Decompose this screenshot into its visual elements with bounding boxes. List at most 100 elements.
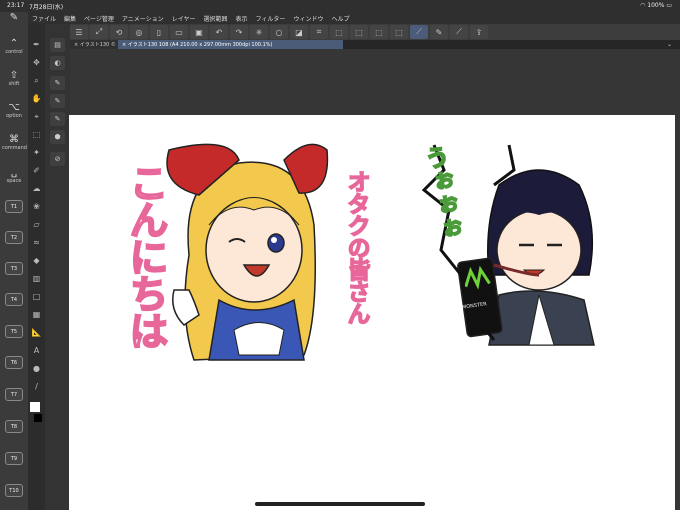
shift-button[interactable]: ⇧ shift bbox=[2, 70, 26, 87]
menu-selection[interactable]: 選択範囲 bbox=[204, 14, 228, 23]
airbrush-tool-icon[interactable]: ☁ bbox=[30, 182, 43, 195]
space-label: space bbox=[6, 178, 22, 184]
subtool-1-icon[interactable]: ▤ bbox=[50, 38, 65, 52]
shape-tool-icon[interactable]: □ bbox=[30, 290, 43, 303]
menu-filter[interactable]: フィルター bbox=[256, 14, 286, 23]
battery-percent: 100% bbox=[647, 2, 665, 9]
status-time: 23:17 bbox=[7, 2, 25, 9]
select-all-icon[interactable]: ⬚ bbox=[330, 25, 348, 39]
t2-key[interactable]: T2 bbox=[5, 231, 23, 244]
open-file-icon[interactable]: ▭ bbox=[170, 25, 188, 39]
otaku-text: オタクの皆さん bbox=[342, 169, 370, 325]
gradient-tool-icon[interactable]: ▥ bbox=[30, 272, 43, 285]
subtool-5-icon[interactable]: ✎ bbox=[50, 112, 65, 126]
decoration-tool-icon[interactable]: ❀ bbox=[30, 200, 43, 213]
blend-tool-icon[interactable]: ≈ bbox=[30, 236, 43, 249]
shortcut-panel: ✎ ⌃ control ⇧ shift ⌥ option ⌘ command ␣ spac… bbox=[0, 12, 28, 510]
redo-icon[interactable]: ↷ bbox=[230, 25, 248, 39]
space-button[interactable]: ␣ space bbox=[2, 167, 26, 184]
eraser-tool-icon[interactable]: ▱ bbox=[30, 218, 43, 231]
t3-key[interactable]: T3 bbox=[5, 262, 23, 275]
chevron-down-icon[interactable]: ⌄ bbox=[667, 41, 672, 48]
selection-show-icon[interactable]: ⬚ bbox=[390, 25, 408, 39]
share-icon[interactable]: ⇪ bbox=[470, 25, 488, 39]
shift-label: shift bbox=[8, 81, 20, 87]
close-icon[interactable]: × bbox=[122, 42, 126, 48]
fill-icon[interactable]: ◪ bbox=[290, 25, 308, 39]
t5-key[interactable]: T5 bbox=[5, 325, 23, 338]
command-button[interactable]: ⌘ command bbox=[2, 134, 27, 151]
space-icon: ␣ bbox=[10, 167, 18, 178]
clear-icon[interactable]: ○ bbox=[270, 25, 288, 39]
deselect-icon[interactable]: ⬚ bbox=[350, 25, 368, 39]
move-tool-icon[interactable]: ✥ bbox=[30, 56, 43, 69]
t1-key[interactable]: T1 bbox=[5, 200, 23, 213]
ruler-snap-icon[interactable]: ⟋ bbox=[410, 25, 428, 39]
tab-doc-1[interactable]: × イラスト130 © bbox=[70, 40, 118, 49]
brush-tool-icon[interactable]: ✐ bbox=[30, 164, 43, 177]
t4-key[interactable]: T4 bbox=[5, 293, 23, 306]
sub-color-swatch[interactable] bbox=[34, 414, 42, 422]
fill-tool-icon[interactable]: ◆ bbox=[30, 254, 43, 267]
spinner-icon[interactable]: ✳ bbox=[250, 25, 268, 39]
document-tab-bar: × イラスト130 © × イラスト130 108 (A4 210.00 x 2… bbox=[70, 40, 680, 49]
balloon-tool-icon[interactable]: ● bbox=[30, 362, 43, 375]
close-icon[interactable]: × bbox=[74, 42, 78, 48]
menu-layer[interactable]: レイヤー bbox=[172, 14, 196, 23]
menu-help[interactable]: ヘルプ bbox=[331, 14, 349, 23]
menu-icon[interactable]: ☰ bbox=[70, 25, 88, 39]
menu-bar: ファイル 編集 ページ管理 アニメーション レイヤー 選択範囲 表示 フィルター… bbox=[28, 12, 680, 24]
status-date: 7月28日(水) bbox=[29, 4, 64, 11]
t8-key[interactable]: T8 bbox=[5, 420, 23, 433]
text-tool-icon[interactable]: A bbox=[30, 344, 43, 357]
subtool-3-icon[interactable]: ✎ bbox=[50, 76, 65, 90]
pen-snap-icon[interactable]: ✎ bbox=[430, 25, 448, 39]
menu-file[interactable]: ファイル bbox=[32, 14, 56, 23]
crop-icon[interactable]: ⌗ bbox=[310, 25, 328, 39]
transform-icon[interactable]: ⟲ bbox=[110, 25, 128, 39]
menu-view[interactable]: 表示 bbox=[236, 14, 248, 23]
subtool-2-icon[interactable]: ◐ bbox=[50, 56, 65, 70]
greeting-text: こんにちは bbox=[122, 162, 169, 349]
home-indicator[interactable] bbox=[255, 502, 425, 506]
drawing-canvas[interactable]: こんにちは オタクの皆さん うぉぉぉ MONSTER bbox=[69, 115, 675, 510]
line-snap-icon[interactable]: ⟋ bbox=[450, 25, 468, 39]
line-tool-icon[interactable]: / bbox=[30, 380, 43, 393]
t7-key[interactable]: T7 bbox=[5, 388, 23, 401]
menu-window[interactable]: ウィンドウ bbox=[293, 14, 323, 23]
zoom-tool-icon[interactable]: ⌕ bbox=[30, 74, 43, 87]
app-root: 23:17 7月28日(水) ◠ 100% ▭ ファイル 編集 ページ管理 アニ… bbox=[0, 0, 680, 510]
invert-icon[interactable]: ⬚ bbox=[370, 25, 388, 39]
wand-tool-icon[interactable]: ✦ bbox=[30, 146, 43, 159]
select-tool-icon[interactable]: ⬚ bbox=[30, 128, 43, 141]
option-button[interactable]: ⌥ option bbox=[2, 102, 26, 119]
t9-key[interactable]: T9 bbox=[5, 452, 23, 465]
brush-settings-icon[interactable]: ⤢ bbox=[90, 25, 108, 39]
menu-edit[interactable]: 編集 bbox=[64, 14, 76, 23]
camera-icon[interactable]: ◎ bbox=[130, 25, 148, 39]
undo-icon[interactable]: ↶ bbox=[210, 25, 228, 39]
menu-animation[interactable]: アニメーション bbox=[122, 14, 164, 23]
control-label: control bbox=[5, 49, 23, 55]
tab-doc-2[interactable]: × イラスト130 108 (A4 210.00 x 297.00mm 300d… bbox=[118, 40, 343, 49]
command-bar: ☰ ⤢ ⟲ ◎ ▯ ▭ ▣ ↶ ↷ ✳ ○ ◪ ⌗ ⬚ ⬚ ⬚ ⬚ ⟋ ✎ ⟋ … bbox=[70, 24, 680, 40]
ruler-tool-icon[interactable]: 📐 bbox=[30, 326, 43, 339]
t10-key[interactable]: T10 bbox=[5, 484, 23, 497]
subtool-6-icon[interactable]: ⬢ bbox=[50, 130, 65, 144]
new-file-icon[interactable]: ▯ bbox=[150, 25, 168, 39]
t6-key[interactable]: T6 bbox=[5, 356, 23, 369]
control-button[interactable]: ⌃ control bbox=[2, 38, 26, 55]
app-logo-button[interactable]: ✎ bbox=[2, 12, 26, 23]
subtool-4-icon[interactable]: ✎ bbox=[50, 94, 65, 108]
eyedropper-tool-icon[interactable]: ⌖ bbox=[30, 110, 43, 123]
shift-icon: ⇧ bbox=[9, 70, 19, 81]
hand-tool-icon[interactable]: ✋ bbox=[30, 92, 43, 105]
main-color-swatch[interactable] bbox=[30, 402, 40, 412]
frame-tool-icon[interactable]: ▦ bbox=[30, 308, 43, 321]
battery-icon: ▭ bbox=[666, 2, 672, 9]
pen-tool-icon[interactable]: ✒ bbox=[30, 38, 43, 51]
save-icon[interactable]: ▣ bbox=[190, 25, 208, 39]
subtool-7-icon[interactable]: ⊘ bbox=[50, 152, 65, 166]
control-icon: ⌃ bbox=[9, 38, 19, 49]
menu-page[interactable]: ページ管理 bbox=[84, 14, 114, 23]
